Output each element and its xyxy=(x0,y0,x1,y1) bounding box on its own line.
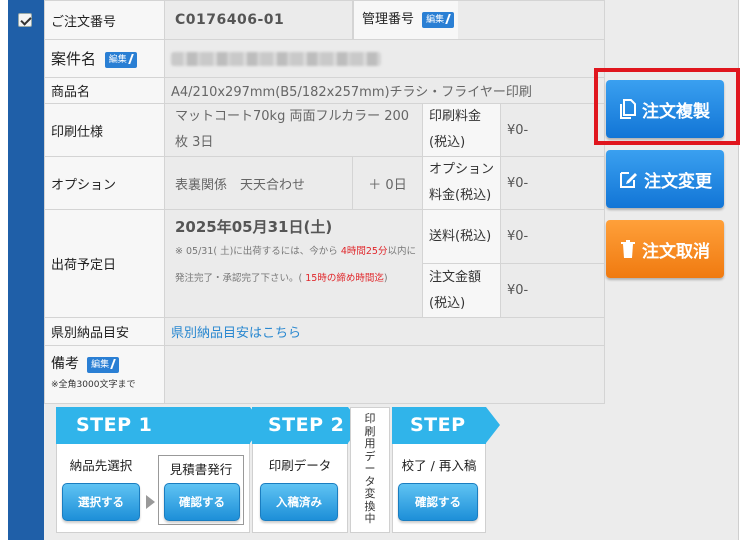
case-name-edit-button[interactable]: 編集 xyxy=(104,51,137,68)
option-value: 表裏関係 天天合わせ xyxy=(164,156,353,210)
duplicate-highlight xyxy=(594,68,740,145)
data-submitted-button[interactable]: 入稿済み xyxy=(260,483,338,521)
ship-date: 2025年05月31日(土) xyxy=(175,218,333,236)
case-name-label: 案件名 xyxy=(51,50,97,68)
pencil-icon xyxy=(127,54,134,64)
step1-header: STEP 1 xyxy=(56,407,250,444)
option-fee-value: ¥0- xyxy=(500,156,605,210)
order-no: C0176406-01 xyxy=(175,12,285,28)
quote-label: 見積書発行 xyxy=(169,462,233,477)
order-cancel-button[interactable]: 注文取消 xyxy=(606,220,724,278)
case-name-redacted xyxy=(171,51,381,66)
order-sidebar xyxy=(8,0,44,540)
total-value: ¥0- xyxy=(500,263,605,318)
memo-limit: ※全角3000文字まで xyxy=(51,380,136,390)
ship-deadline: 15時の締め時間迄 xyxy=(305,273,384,284)
pencil-icon xyxy=(110,359,116,369)
order-info-table: ご注文番号 C0176406-01 管理番号 編集 案件名 編集 商品名 A4/… xyxy=(44,0,605,404)
print-fee-value: ¥0- xyxy=(500,103,605,157)
spec-value: マットコート70kg 両面フルカラー 200枚 3日 xyxy=(164,103,423,157)
order-no-label: ご注文番号 xyxy=(44,0,165,40)
print-fee-label: 印刷料金(税込) xyxy=(422,103,501,157)
option-fee-label: オプション料金(税込) xyxy=(422,156,501,210)
option-days: ＋ 0日 xyxy=(352,156,423,210)
data-label: 印刷データ xyxy=(268,458,332,473)
spec-label: 印刷仕様 xyxy=(44,103,165,157)
shipping-fee-value: ¥0- xyxy=(500,209,605,264)
memo-value[interactable] xyxy=(164,345,605,404)
ship-label: 出荷予定日 xyxy=(44,209,165,318)
quote-confirm-button[interactable]: 確認する xyxy=(164,483,240,521)
step-arrow-icon xyxy=(146,495,155,509)
order-change-button[interactable]: 注文変更 xyxy=(606,150,724,208)
order-steps: STEP 1 STEP 2 STEP 3 納品先選択 選択する 見積書発行 確認… xyxy=(56,407,500,533)
product-value: A4/210x297mm(B5/182x257mm)チラシ・フライヤー印刷 xyxy=(164,77,605,104)
total-label: 注文金額(税込) xyxy=(422,263,501,318)
convert-label: 印刷用データ変換中 xyxy=(364,412,376,525)
step3-header: STEP 3 xyxy=(392,407,486,473)
trash-icon xyxy=(621,240,635,258)
prefecture-link[interactable]: 県別納品目安はこちら xyxy=(171,326,301,341)
dest-select-button[interactable]: 選択する xyxy=(62,483,140,521)
ship-remaining-time: 4時間25分 xyxy=(340,246,388,257)
step2-header: STEP 2 xyxy=(252,407,348,444)
edit-icon xyxy=(620,172,637,188)
pencil-icon xyxy=(445,14,451,24)
prefecture-label: 県別納品目安 xyxy=(44,317,165,346)
memo-edit-button[interactable]: 編集 xyxy=(87,356,120,373)
option-label: オプション xyxy=(44,156,165,210)
step3-arrow xyxy=(486,407,500,443)
product-label: 商品名 xyxy=(44,77,165,104)
mgmt-no-edit-button[interactable]: 編集 xyxy=(422,11,455,28)
shipping-fee-label: 送料(税込) xyxy=(422,209,501,264)
finish-confirm-button[interactable]: 確認する xyxy=(398,483,478,521)
order-select-checkbox[interactable] xyxy=(18,13,32,27)
dest-label: 納品先選択 xyxy=(69,458,133,473)
ship-note: ※ 05/31( 土)に出荷するには、今から 4時間25分以内に発注完了・承認完… xyxy=(175,246,416,284)
finish-label: 校了 / 再入稿 xyxy=(401,458,477,473)
memo-label: 備考 xyxy=(51,356,79,372)
mgmt-no-label: 管理番号 xyxy=(362,12,415,27)
